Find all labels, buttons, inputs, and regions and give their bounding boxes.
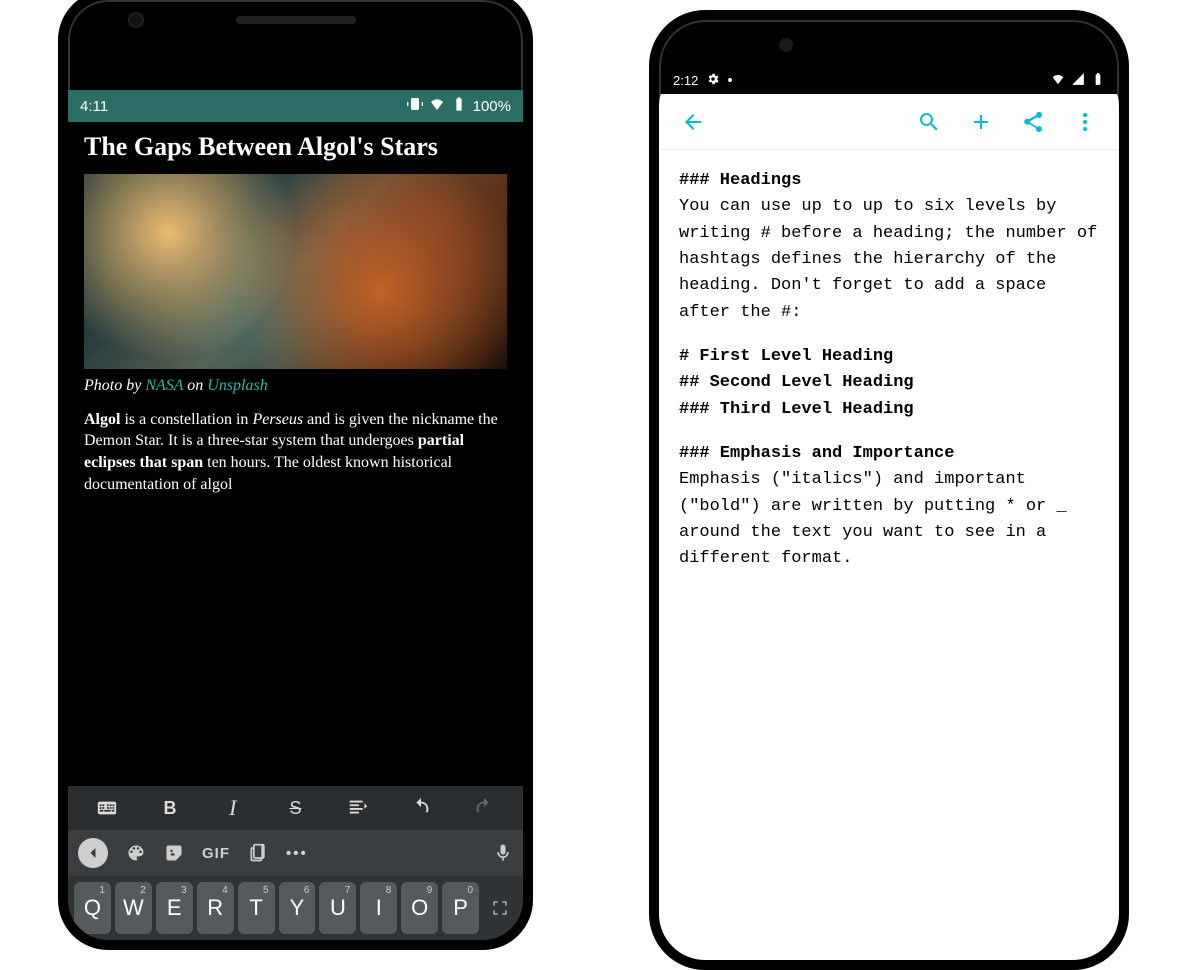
battery-percent: 100%: [473, 98, 511, 115]
md-heading: ### Emphasis and Importance: [679, 441, 1099, 467]
key-t[interactable]: 5T: [238, 882, 275, 934]
keyboard-row-1: 1Q 2W 3E 4R 5T 6Y 7U 8I 9O 0P: [68, 876, 523, 940]
md-heading: ### Headings: [679, 168, 1099, 194]
key-label: Q: [84, 895, 101, 921]
phone-frame-left: 4:11 100% The Gaps Between Algol's Stars…: [58, 0, 533, 950]
hero-image: [84, 174, 507, 369]
strikethrough-button[interactable]: S: [273, 786, 317, 830]
kb-gif-button[interactable]: GIF: [202, 845, 230, 862]
markdown-content[interactable]: ### Headings You can use up to up to six…: [659, 150, 1119, 960]
body-text: is a constellation in: [120, 411, 252, 428]
status-icons: 100%: [407, 96, 511, 116]
kb-expand-button[interactable]: [483, 882, 517, 934]
key-label: O: [411, 895, 428, 921]
kb-more-button[interactable]: •••: [286, 845, 308, 862]
key-sup: 2: [140, 885, 146, 896]
article-title: The Gaps Between Algol's Stars: [84, 132, 507, 162]
key-label: R: [207, 895, 223, 921]
key-sup: 7: [345, 885, 351, 896]
caption-link-unsplash[interactable]: Unsplash: [207, 377, 267, 394]
article-content[interactable]: The Gaps Between Algol's Stars Photo by …: [68, 122, 523, 786]
key-label: U: [330, 895, 346, 921]
key-q[interactable]: 1Q: [74, 882, 111, 934]
app-toolbar: [659, 94, 1119, 150]
vibrate-icon: [407, 96, 423, 116]
md-paragraph: You can use up to up to six levels by wr…: [679, 194, 1099, 326]
body-bold: Algol: [84, 411, 120, 428]
status-bar: 2:12: [659, 66, 1119, 94]
status-dot: [728, 78, 732, 82]
key-sup: 4: [222, 885, 228, 896]
camera-dot: [779, 38, 793, 52]
add-button[interactable]: [959, 100, 1003, 144]
key-label: Y: [290, 895, 305, 921]
settings-icon: [706, 72, 720, 89]
share-button[interactable]: [1011, 100, 1055, 144]
key-o[interactable]: 9O: [401, 882, 438, 934]
search-button[interactable]: [907, 100, 951, 144]
key-sup: 6: [304, 885, 310, 896]
back-button[interactable]: [671, 100, 715, 144]
key-u[interactable]: 7U: [319, 882, 356, 934]
bold-button[interactable]: B: [148, 786, 192, 830]
battery-icon: [1091, 72, 1105, 89]
wifi-icon: [429, 96, 445, 116]
caption-text: on: [183, 377, 207, 394]
kb-back-button[interactable]: [78, 838, 108, 868]
redo-button[interactable]: [462, 786, 506, 830]
wifi-icon: [1051, 72, 1065, 89]
speaker-slot: [236, 16, 356, 24]
kb-sticker-button[interactable]: [164, 843, 184, 863]
battery-icon: [451, 96, 467, 116]
key-i[interactable]: 8I: [360, 882, 397, 934]
keyboard-suggestion-bar: GIF •••: [68, 830, 523, 876]
key-label: P: [453, 895, 468, 921]
italic-button[interactable]: I: [211, 786, 255, 830]
key-sup: 3: [181, 885, 187, 896]
image-caption: Photo by NASA on Unsplash: [84, 377, 507, 395]
key-label: W: [123, 895, 144, 921]
overflow-menu-button[interactable]: [1063, 100, 1107, 144]
keyboard-toggle-button[interactable]: [85, 786, 129, 830]
quote-button[interactable]: [336, 786, 380, 830]
key-sup: 5: [263, 885, 269, 896]
key-sup: 8: [386, 885, 392, 896]
undo-button[interactable]: [399, 786, 443, 830]
article-body: Algol is a constellation in Perseus and …: [84, 409, 507, 495]
key-r[interactable]: 4R: [197, 882, 234, 934]
screen-left: 4:11 100% The Gaps Between Algol's Stars…: [68, 90, 523, 940]
md-line: # First Level Heading: [679, 347, 893, 366]
key-label: T: [249, 895, 262, 921]
key-label: E: [167, 895, 182, 921]
cell-signal-icon: [1071, 72, 1085, 89]
caption-text: Photo by: [84, 377, 145, 394]
status-bar: 4:11 100%: [68, 90, 523, 122]
key-e[interactable]: 3E: [156, 882, 193, 934]
formatting-toolbar: B I S: [68, 786, 523, 830]
md-paragraph: Emphasis ("italics") and important ("bol…: [679, 467, 1099, 572]
kb-clipboard-button[interactable]: [248, 843, 268, 863]
key-y[interactable]: 6Y: [279, 882, 316, 934]
kb-mic-button[interactable]: [493, 843, 513, 863]
key-w[interactable]: 2W: [115, 882, 152, 934]
key-label: I: [376, 895, 382, 921]
md-line: ### Third Level Heading: [679, 400, 914, 419]
key-sup: 1: [99, 885, 105, 896]
body-italic: Perseus: [252, 411, 303, 428]
screen-right: 2:12 ### Headings You can use up to up t…: [659, 66, 1119, 960]
key-sup: 0: [468, 885, 474, 896]
kb-theme-button[interactable]: [126, 843, 146, 863]
md-line: ## Second Level Heading: [679, 373, 914, 392]
camera-dot: [128, 12, 144, 28]
md-example-block: # First Level Heading ## Second Level Hea…: [679, 344, 1099, 423]
caption-link-nasa[interactable]: NASA: [145, 377, 183, 394]
key-sup: 9: [427, 885, 433, 896]
status-time: 4:11: [80, 98, 108, 115]
status-time: 2:12: [673, 73, 698, 88]
phone-frame-right: 2:12 ### Headings You can use up to up t…: [649, 10, 1129, 970]
key-p[interactable]: 0P: [442, 882, 479, 934]
